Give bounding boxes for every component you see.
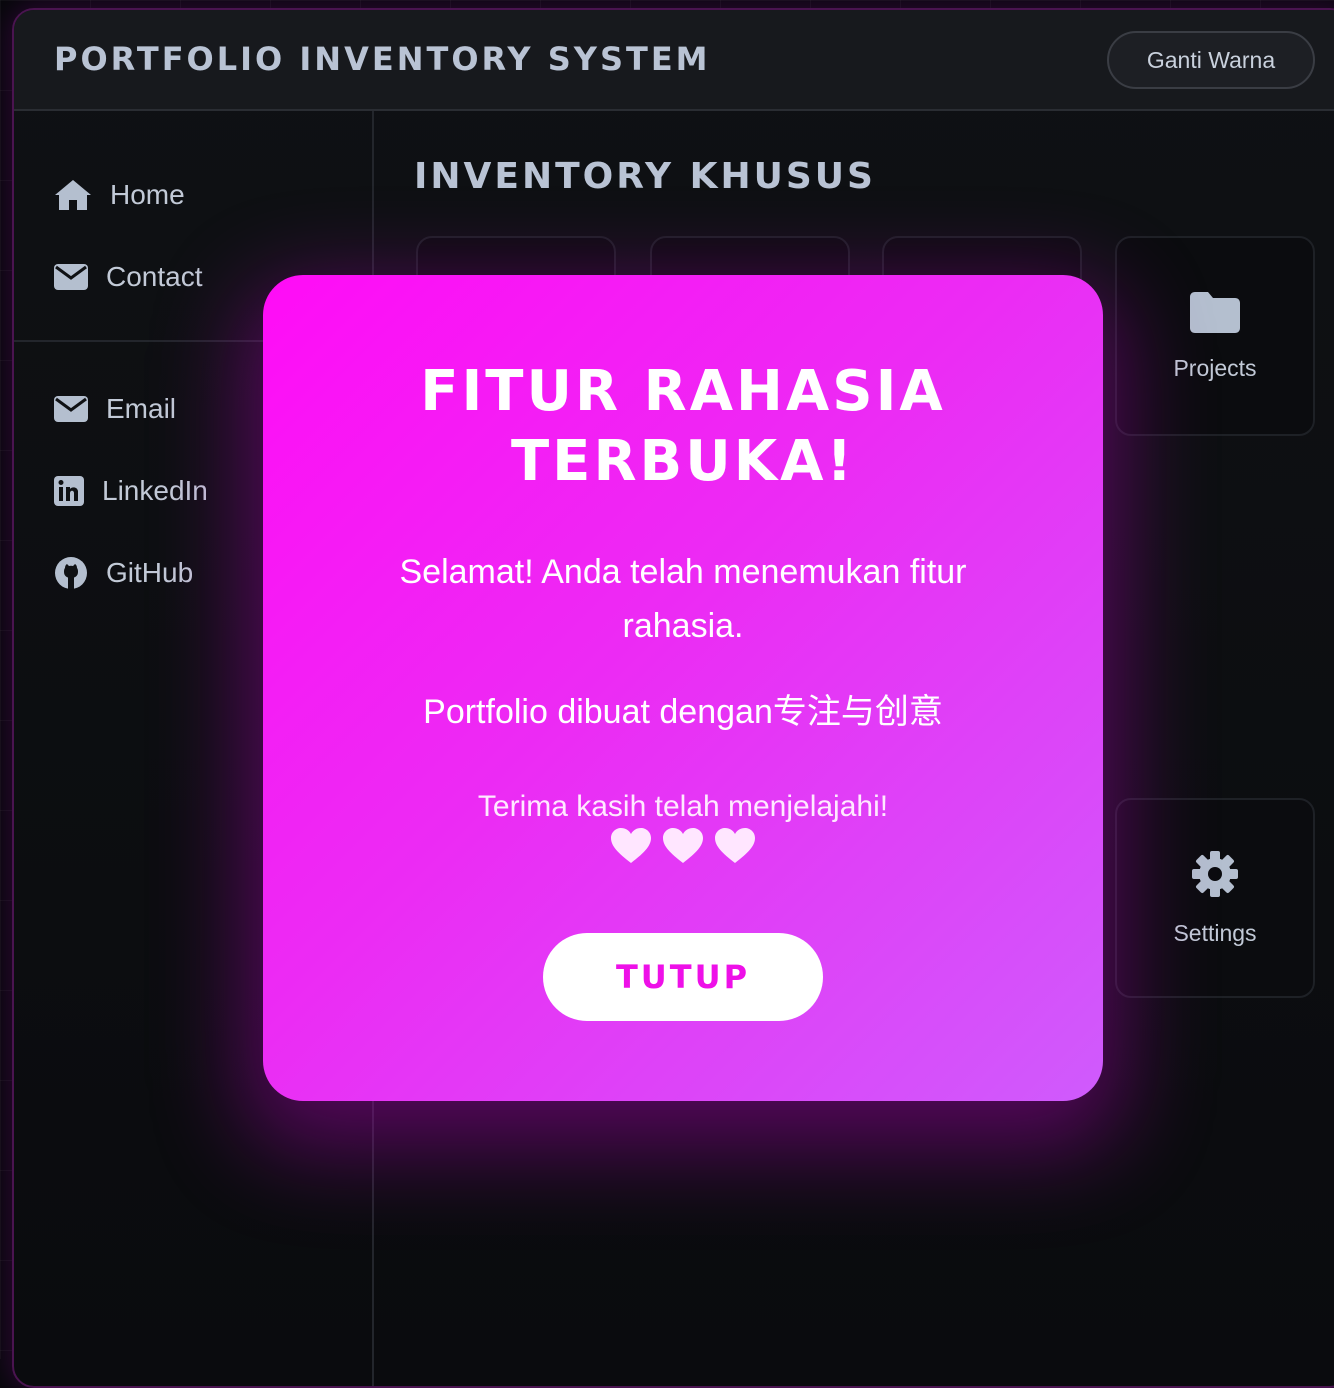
sidebar-item-linkedin[interactable]: LinkedIn (54, 471, 208, 511)
close-button[interactable]: TUTUP (543, 933, 823, 1021)
gear-icon (1192, 850, 1238, 897)
secret-feature-modal: FITUR RAHASIA TERBUKA! Selamat! Anda tel… (263, 275, 1103, 1101)
modal-title-line: TERBUKA! (510, 429, 855, 494)
app-header: PORTFOLIO INVENTORY SYSTEM Ganti Warna (14, 10, 1334, 111)
sidebar-item-label: GitHub (106, 557, 194, 588)
heart-icon (663, 828, 703, 863)
heart-icon (715, 828, 755, 863)
envelope-icon (54, 396, 88, 422)
modal-title-line: FITUR RAHASIA (420, 359, 946, 424)
sidebar-item-email[interactable]: Email (54, 389, 176, 429)
tile-settings[interactable]: Settings (1115, 798, 1315, 998)
heart-icon (611, 828, 651, 863)
sidebar-item-github[interactable]: GitHub (54, 553, 193, 593)
modal-thanks: Terima kasih telah menjelajahi! (477, 790, 889, 823)
sidebar-item-label: LinkedIn (102, 475, 208, 506)
modal-title: FITUR RAHASIA TERBUKA! (263, 357, 1103, 497)
tile-projects[interactable]: Projects (1115, 236, 1315, 436)
home-icon (55, 180, 91, 210)
hearts-row (263, 827, 1103, 865)
section-title: INVENTORY KHUSUS (414, 156, 876, 197)
tile-label: Projects (1173, 354, 1257, 381)
linkedin-icon (54, 476, 84, 506)
change-color-button[interactable]: Ganti Warna (1107, 31, 1315, 89)
sidebar-item-label: Home (110, 179, 185, 210)
app-title: PORTFOLIO INVENTORY SYSTEM (54, 40, 711, 78)
envelope-icon (54, 264, 88, 290)
sidebar-item-label: Email (106, 393, 177, 424)
sidebar-item-contact[interactable]: Contact (54, 257, 203, 297)
folder-icon (1190, 291, 1240, 333)
modal-message: Selamat! Anda telah menemukan fitur raha… (399, 553, 967, 645)
github-icon (55, 557, 87, 589)
sidebar-item-home[interactable]: Home (54, 175, 185, 215)
sidebar-item-label: Contact (106, 261, 203, 292)
modal-made-with: Portfolio dibuat dengan专注与创意 (423, 693, 943, 731)
tile-label: Settings (1173, 919, 1257, 946)
